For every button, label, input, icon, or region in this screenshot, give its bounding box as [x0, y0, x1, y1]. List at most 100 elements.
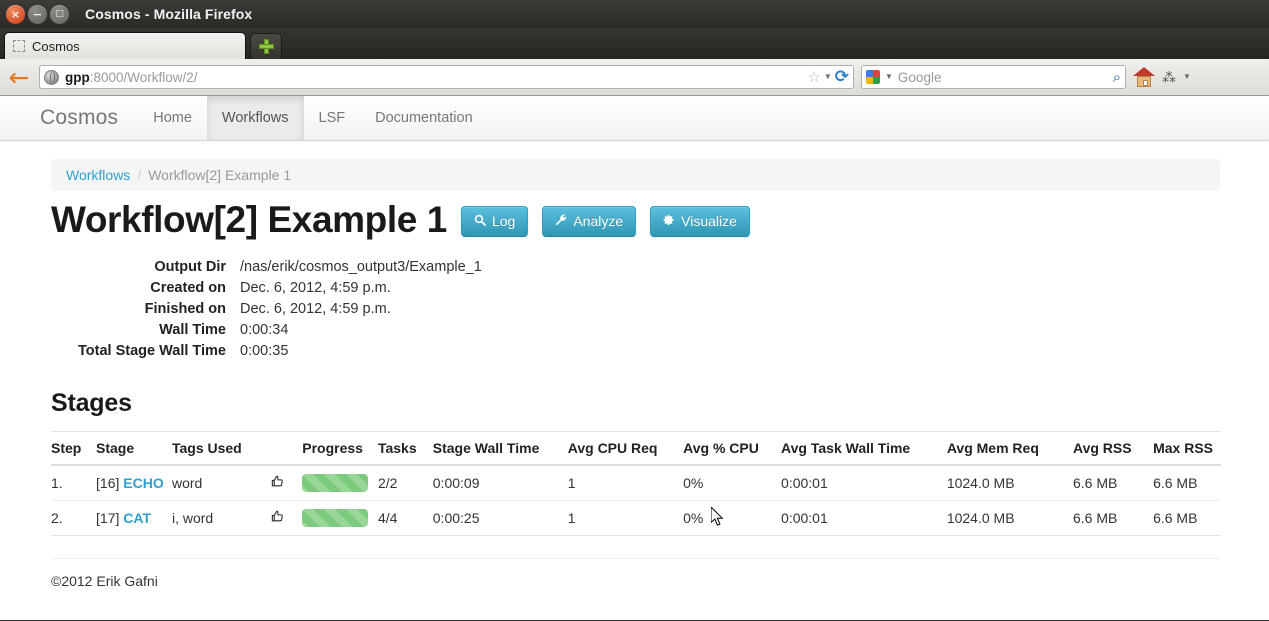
- url-bar[interactable]: gpp:8000/Workflow/2/ ☆ ▼ ⟳: [39, 65, 854, 89]
- col-avg-mem-req: Avg Mem Req: [946, 430, 1073, 466]
- col-max-rss: Max RSS: [1153, 430, 1221, 466]
- meta-value-created-on: Dec. 6, 2012, 4:59 p.m.: [240, 279, 391, 296]
- breadcrumb-link-workflows[interactable]: Workflows: [66, 167, 130, 183]
- col-tags-used: Tags Used: [171, 430, 303, 466]
- table-header-row: Step Stage Tags Used Progress Tasks Stag…: [51, 430, 1221, 466]
- browser-tab-cosmos[interactable]: Cosmos: [4, 32, 246, 59]
- col-stage: Stage: [96, 430, 172, 466]
- cell-avg-rss: 6.6 MB: [1072, 500, 1154, 536]
- stages-heading: Stages: [51, 388, 132, 417]
- nav-item-lsf[interactable]: LSF: [304, 96, 361, 140]
- log-button-label: Log: [491, 213, 516, 230]
- bookmark-star-icon[interactable]: ☆: [807, 70, 820, 85]
- meta-value-finished-on: Dec. 6, 2012, 4:59 p.m.: [240, 300, 391, 317]
- gear-icon: [663, 214, 675, 229]
- plus-icon: [258, 39, 274, 54]
- window-title: Cosmos - Mozilla Firefox: [85, 6, 253, 22]
- cell-stage-wall-time: 0:00:09: [432, 464, 568, 501]
- url-bar-actions: ☆ ▼ ⟳: [807, 68, 849, 86]
- home-door-icon: [1143, 80, 1148, 86]
- cell-progress: [302, 500, 378, 536]
- close-window-button[interactable]: ×: [6, 4, 25, 24]
- stage-link[interactable]: CAT: [123, 510, 151, 526]
- url-host: gpp: [65, 69, 90, 85]
- analyze-button[interactable]: Analyze: [542, 206, 637, 237]
- addon-icon[interactable]: ⁂: [1162, 70, 1176, 84]
- back-button[interactable]: ←: [6, 64, 32, 90]
- stage-link[interactable]: ECHO: [123, 475, 163, 491]
- meta-label-wall-time: Wall Time: [159, 321, 226, 338]
- tags-used-text: i, word: [171, 509, 214, 526]
- meta-label-total-stage-wall-time: Total Stage Wall Time: [78, 342, 226, 359]
- minimize-icon: −: [32, 7, 43, 21]
- cell-avg-mem-req: 1024.0 MB: [946, 464, 1073, 501]
- cell-tasks: 2/2: [377, 464, 433, 501]
- table-row[interactable]: 2. [17] CAT i, word 4/4 0:00:25 1 0% 0:0…: [51, 500, 1221, 536]
- cell-stage-wall-time: 0:00:25: [432, 500, 568, 536]
- visualize-button[interactable]: Visualize: [650, 206, 750, 237]
- maximize-icon: □: [55, 8, 64, 19]
- cell-avg-task-wall-time: 0:00:01: [781, 500, 947, 536]
- progress-bar: [302, 508, 369, 527]
- thumbs-up-icon[interactable]: [271, 475, 284, 491]
- nav-item-workflows[interactable]: Workflows: [206, 96, 304, 140]
- cell-tasks: 4/4: [377, 500, 433, 536]
- maximize-window-button[interactable]: □: [50, 4, 69, 24]
- cell-max-rss: 6.6 MB: [1153, 500, 1221, 536]
- cell-avg-task-wall-time: 0:00:01: [781, 464, 947, 501]
- nav-item-home[interactable]: Home: [138, 96, 207, 140]
- nav-item-documentation[interactable]: Documentation: [360, 96, 488, 140]
- cell-tags-used: word: [171, 464, 303, 501]
- page-title: Workflow[2] Example 1: [51, 199, 447, 240]
- app-brand[interactable]: Cosmos: [40, 96, 138, 140]
- window-titlebar: × − □ Cosmos - Mozilla Firefox: [0, 0, 1269, 28]
- search-engine-chevron-icon[interactable]: ▼: [885, 73, 893, 81]
- home-button[interactable]: [1133, 67, 1155, 87]
- browser-toolbar: ← gpp:8000/Workflow/2/ ☆ ▼ ⟳ ▼ Google ⌕ …: [0, 59, 1269, 96]
- meta-value-output-dir: /nas/erik/cosmos_output3/Example_1: [240, 258, 482, 275]
- search-bar[interactable]: ▼ Google ⌕: [861, 65, 1126, 89]
- col-avg-rss: Avg RSS: [1072, 430, 1154, 466]
- progress-bar-fill: [302, 473, 369, 492]
- meta-label-created-on: Created on: [150, 279, 226, 296]
- page-container: Workflows / Workflow[2] Example 1 Workfl…: [0, 141, 1269, 589]
- minimize-window-button[interactable]: −: [28, 4, 47, 24]
- cell-step: 1.: [51, 464, 97, 501]
- footer-copyright: ©2012 Erik Gafni: [51, 572, 158, 589]
- col-progress: Progress: [302, 430, 378, 466]
- firefox-window: × − □ Cosmos - Mozilla Firefox Cosmos ← …: [0, 0, 1269, 621]
- cell-avg-pct-cpu: 0%: [683, 464, 782, 501]
- footer-divider: [51, 557, 1220, 559]
- progress-bar-fill: [302, 508, 369, 527]
- search-icon[interactable]: ⌕: [1113, 69, 1121, 85]
- visualize-button-label: Visualize: [681, 213, 737, 230]
- new-tab-button[interactable]: [250, 33, 282, 59]
- search-input[interactable]: Google: [898, 70, 942, 85]
- meta-value-total-stage-wall-time: 0:00:35: [240, 342, 289, 359]
- cell-tags-used: i, word: [171, 500, 303, 536]
- google-logo-icon: [866, 70, 880, 84]
- chevron-down-icon[interactable]: ▼: [824, 73, 832, 81]
- toolbar-overflow-chevron-icon[interactable]: ▼: [1183, 73, 1191, 81]
- thumbs-up-icon[interactable]: [271, 510, 284, 526]
- stages-table-head: Step Stage Tags Used Progress Tasks Stag…: [51, 430, 1221, 466]
- stage-id: [16]: [96, 474, 120, 491]
- home-roof-icon: [1133, 67, 1155, 76]
- meta-label-output-dir: Output Dir: [154, 258, 226, 275]
- cell-avg-mem-req: 1024.0 MB: [946, 500, 1073, 536]
- cell-avg-rss: 6.6 MB: [1072, 464, 1154, 501]
- log-button[interactable]: Log: [460, 206, 529, 237]
- col-avg-task-wall-time: Avg Task Wall Time: [781, 430, 947, 466]
- progress-bar: [302, 473, 369, 492]
- search-icon: [474, 214, 486, 229]
- table-row[interactable]: 1. [16] ECHO word 2/2 0:00:09 1 0% 0:00:…: [51, 464, 1221, 501]
- reload-icon[interactable]: ⟳: [835, 68, 849, 86]
- col-tasks: Tasks: [377, 430, 433, 466]
- workflow-metadata: Output Dir /nas/erik/cosmos_output3/Exam…: [51, 259, 1220, 359]
- page-header: Workflow[2] Example 1 Log Analyze Visual…: [51, 199, 1220, 243]
- page-viewport: Cosmos Home Workflows LSF Documentation …: [0, 96, 1269, 620]
- cell-progress: [302, 464, 378, 501]
- cell-avg-cpu-req: 1: [567, 500, 684, 536]
- breadcrumb-separator: /: [137, 167, 142, 183]
- col-avg-cpu-req: Avg CPU Req: [567, 430, 684, 466]
